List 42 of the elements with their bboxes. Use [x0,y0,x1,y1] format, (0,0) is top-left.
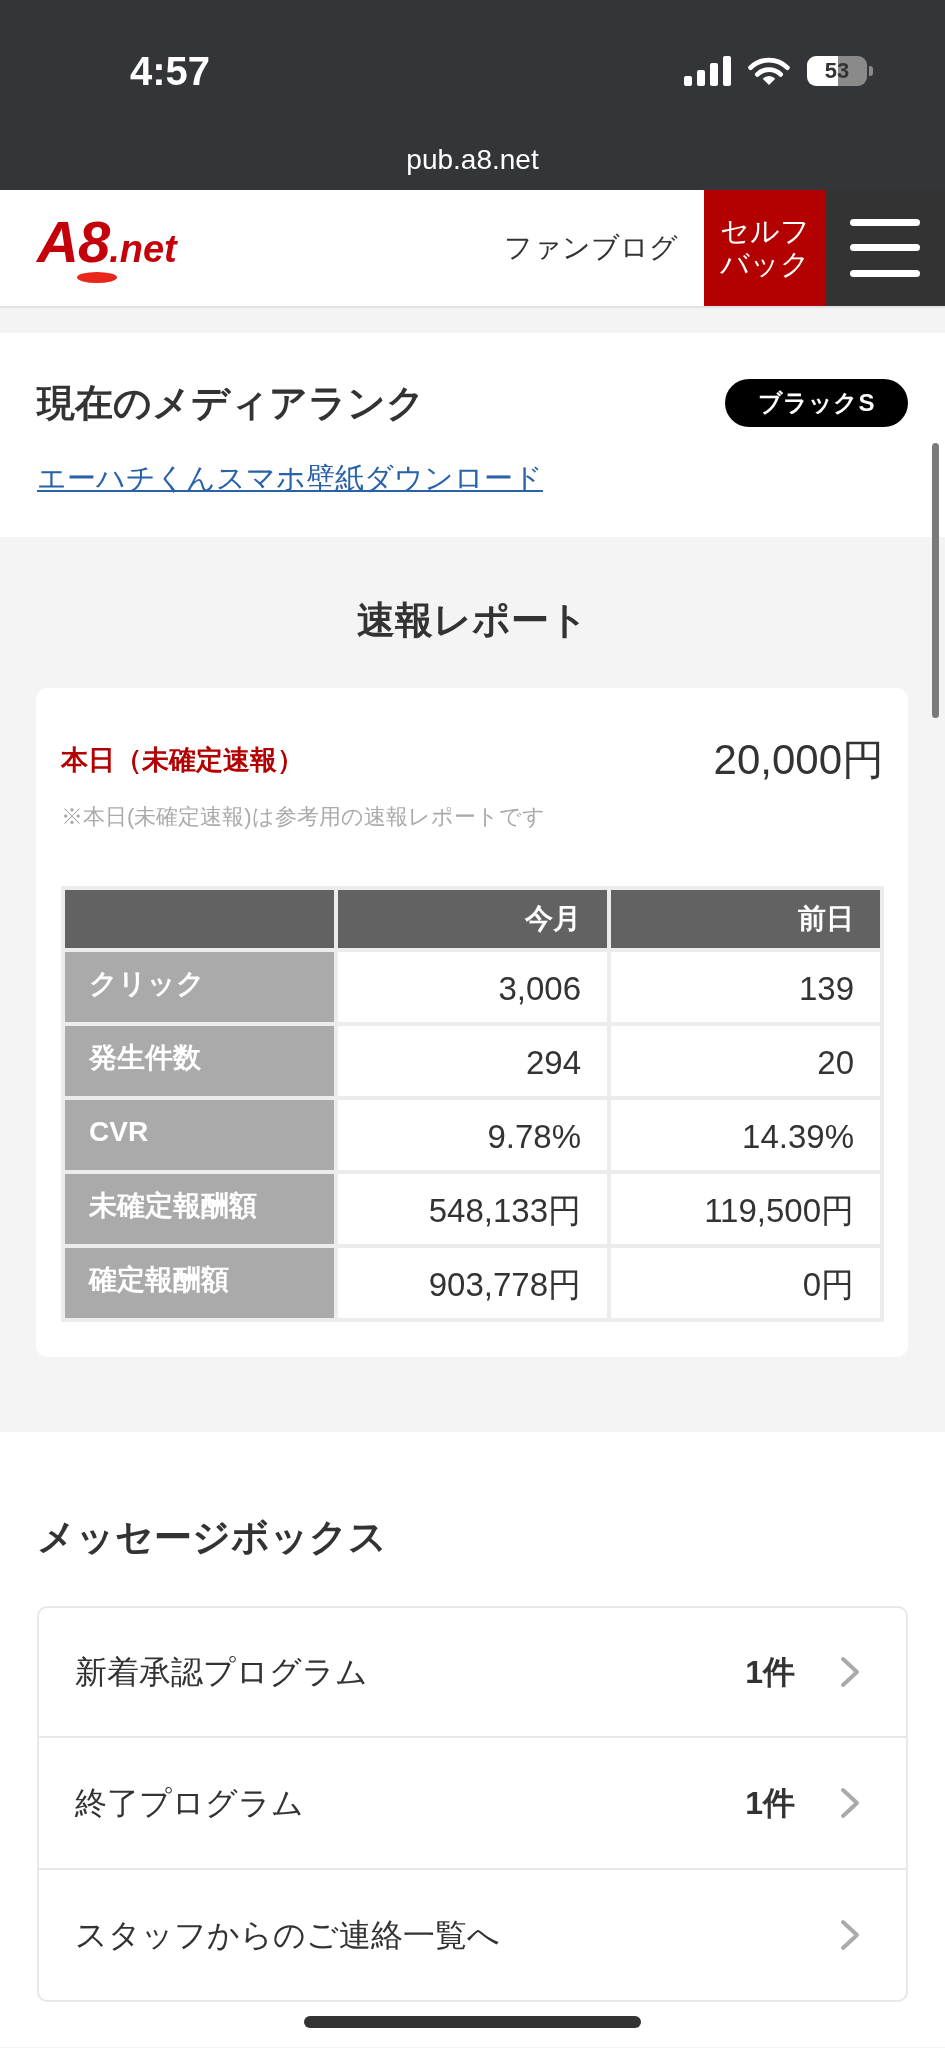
table-cell: 139 [611,952,880,1022]
section-title: 速報レポート [355,598,589,643]
table-cell: 3,006 [338,952,607,1022]
selfback-button[interactable]: セルフバック [704,190,825,306]
signal-icon [684,56,731,86]
column-header: 今月 [338,890,607,948]
section-title: 現在のメディアランク [37,381,425,426]
table-cell: 119,500円 [611,1174,880,1244]
today-amount: 20,000円 [713,735,884,785]
section-title: メッセージボックス [37,1515,388,1560]
table-cell: 9.78% [338,1100,607,1170]
table-cell: 548,133円 [338,1174,607,1244]
wallpaper-download-link[interactable]: エーハチくんスマホ壁紙ダウンロード [37,461,543,495]
row-header: 未確定報酬額 [65,1174,334,1244]
menu-button[interactable] [825,190,945,306]
wifi-icon [747,56,791,86]
table-cell: 294 [338,1026,607,1096]
message-item[interactable]: 終了プログラム 1件 [37,1738,908,1870]
column-header: 前日 [611,890,880,948]
chevron-right-icon [840,1656,860,1688]
row-header: CVR [65,1100,334,1170]
chevron-right-icon [840,1787,860,1819]
row-header: 発生件数 [65,1026,334,1096]
message-count: 1件 [745,1653,795,1692]
chevron-right-icon [840,1919,860,1951]
row-header: クリック [65,952,334,1022]
table-cell: 14.39% [611,1100,880,1170]
today-label: 本日（未確定速報） [61,744,304,777]
row-header: 確定報酬額 [65,1248,334,1318]
menu-icon [850,219,920,277]
message-count: 1件 [745,1784,795,1823]
url-text: pub.a8.net [406,144,539,175]
message-item[interactable]: 新着承認プログラム 1件 [37,1606,908,1738]
table-cell: 20 [611,1026,880,1096]
nav-link[interactable]: ファンブログ [504,227,678,269]
message-item[interactable]: スタッフからのご連絡一覧へ [37,1870,908,2002]
rank-badge: ブラックS [725,379,908,427]
table-cell: 0円 [611,1248,880,1318]
table-cell: 903,778円 [338,1248,607,1318]
clock-time: 4:57 [130,52,211,90]
report-note: ※本日(未確定速報)は参考用の速報レポートです [61,803,546,831]
site-logo[interactable]: A8.net [37,213,177,283]
